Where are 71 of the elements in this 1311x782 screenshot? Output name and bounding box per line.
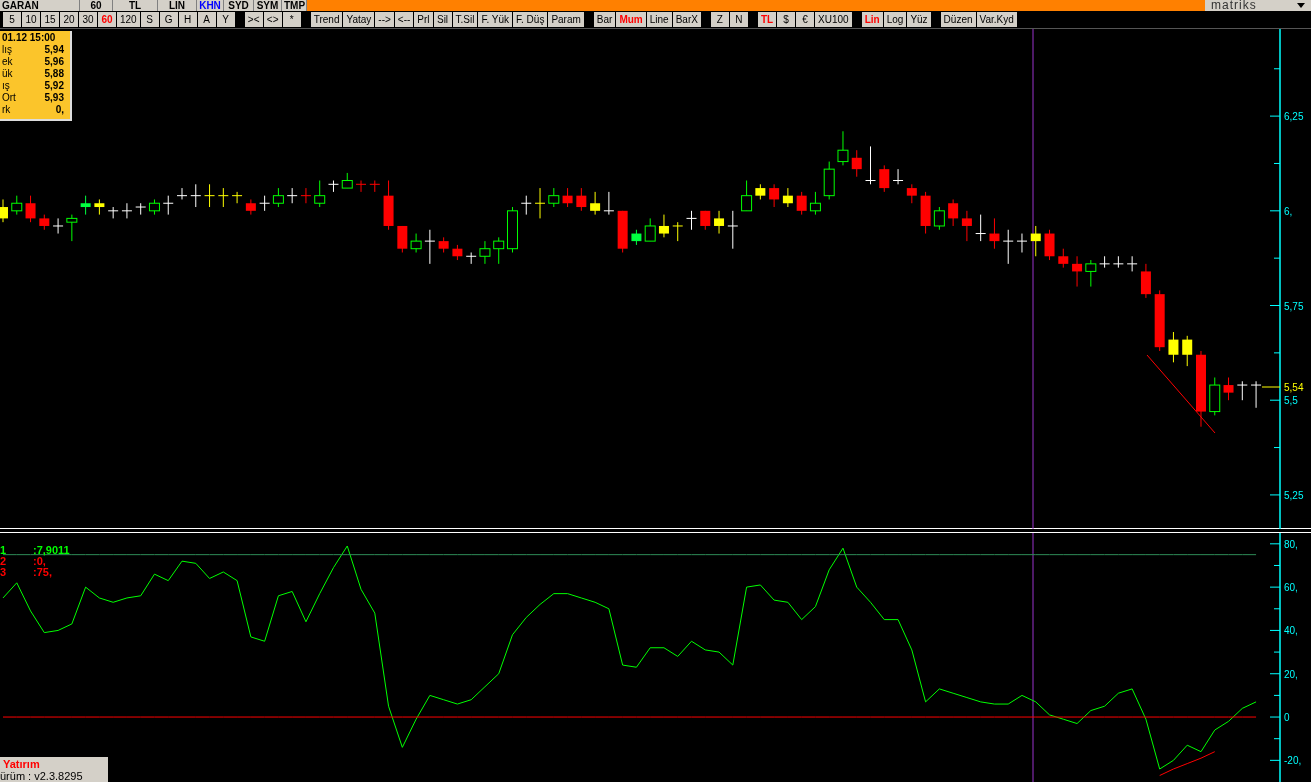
toolbar-button[interactable]: BarX: [672, 12, 701, 27]
toolbar-button[interactable]: Param: [548, 12, 584, 27]
axis-label: 0: [1284, 712, 1290, 724]
axis-label: 60,: [1284, 582, 1298, 594]
brand-text: Yatırım: [2, 758, 41, 770]
toolbar-button[interactable]: -->: [375, 12, 394, 27]
toolbar-button[interactable]: <>: [263, 12, 282, 27]
toolbar-button[interactable]: *: [282, 12, 301, 27]
toolbar-button[interactable]: Sil: [433, 12, 452, 27]
toolbar-button[interactable]: €: [796, 12, 815, 27]
toolbar-button[interactable]: Trend: [310, 12, 343, 27]
axis-label: -20,: [1284, 755, 1302, 767]
legend-label: 2: [0, 556, 8, 567]
axis-label: 20,: [1284, 668, 1298, 680]
info-label: ış: [2, 80, 10, 92]
toolbar-button[interactable]: 30: [79, 12, 97, 27]
toolbar-button[interactable]: XU100: [815, 12, 852, 27]
toolbar-button[interactable]: ><: [244, 12, 263, 27]
info-label: rk: [2, 104, 11, 116]
date-time: 01.12 15:00: [2, 32, 57, 44]
toolbar-button[interactable]: Prl: [414, 12, 433, 27]
axis-label: 40,: [1284, 625, 1298, 637]
axis-label: 5,25: [1284, 489, 1304, 501]
axis-label: 80,: [1284, 538, 1298, 550]
logo-text: matriks: [1211, 0, 1257, 11]
axis-label: 5,75: [1284, 300, 1304, 312]
toolbar-button[interactable]: 120: [117, 12, 140, 27]
legend-value: :75,: [33, 567, 52, 578]
toolbar-button[interactable]: $: [777, 12, 796, 27]
toolbar-button[interactable]: S: [140, 12, 159, 27]
toolbar-button[interactable]: <--: [394, 12, 414, 27]
current-price-line: [1261, 386, 1281, 388]
toolbar-button[interactable]: H: [178, 12, 197, 27]
legend-label: 1: [0, 545, 8, 556]
info-value: 5,92: [44, 80, 64, 92]
info-label: lış: [2, 44, 12, 56]
info-label: ük: [2, 68, 13, 80]
version-text: ürüm : v2.3.8295: [0, 770, 84, 782]
legend-label: 3: [0, 567, 8, 578]
info-value: 0,: [55, 104, 64, 116]
toolbar-button[interactable]: F. Yük: [478, 12, 513, 27]
info-value: 5,94: [44, 44, 64, 56]
toolbar-button[interactable]: Yüz: [907, 12, 931, 27]
toolbar-button[interactable]: Line: [646, 12, 672, 27]
toolbar-button[interactable]: 10: [22, 12, 40, 27]
toolbar-button[interactable]: A: [197, 12, 216, 27]
info-value: 5,88: [44, 68, 64, 80]
toolbar-button[interactable]: Yatay: [343, 12, 375, 27]
info-label: Ort: [2, 92, 16, 104]
toolbar-button[interactable]: Y: [216, 12, 235, 27]
info-value: 5,93: [44, 92, 64, 104]
toolbar-button[interactable]: Log: [883, 12, 907, 27]
toolbar-button[interactable]: Düzen: [940, 12, 976, 27]
toolbar-button[interactable]: T.Sil: [452, 12, 478, 27]
axis-label: 5,5: [1284, 395, 1298, 407]
toolbar-button[interactable]: F. Düş: [513, 12, 548, 27]
info-value: 5,96: [44, 56, 64, 68]
toolbar-button[interactable]: 5: [3, 12, 21, 27]
axis-label: 6,: [1284, 205, 1293, 217]
toolbar-button[interactable]: Var.Kyd: [976, 12, 1017, 27]
toolbar-button[interactable]: N: [729, 12, 748, 27]
toolbar-button[interactable]: Bar: [593, 12, 616, 27]
legend-value: :7,9011: [33, 545, 70, 556]
toolbar-button[interactable]: G: [159, 12, 178, 27]
toolbar-button[interactable]: Z: [710, 12, 729, 27]
info-label: ek: [2, 56, 13, 68]
toolbar-button[interactable]: 20: [60, 12, 78, 27]
toolbar-button[interactable]: 15: [41, 12, 59, 27]
legend-value: :0,: [33, 556, 46, 567]
current-price-label: 5,54: [1284, 382, 1304, 393]
axis-label: 6,25: [1284, 111, 1304, 123]
